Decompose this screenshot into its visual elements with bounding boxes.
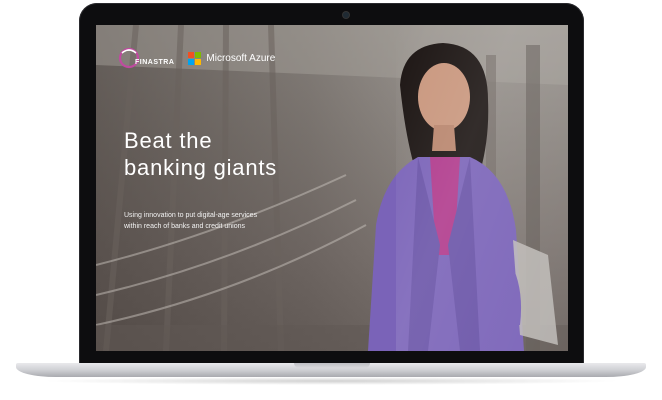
subtitle-line-2: within reach of banks and credit unions xyxy=(124,223,246,230)
hero-slide: FINASTRA Microsoft Azure Beat the bankin… xyxy=(96,25,568,351)
finastra-wordmark: FINASTRA xyxy=(135,58,175,66)
camera-icon xyxy=(343,12,349,18)
laptop-mockup: FINASTRA Microsoft Azure Beat the bankin… xyxy=(0,0,662,400)
microsoft-azure-wordmark: Microsoft Azure xyxy=(206,52,276,64)
subtitle-line-1: Using innovation to put digital-age serv… xyxy=(124,212,258,219)
microsoft-azure-logo: Microsoft Azure xyxy=(188,51,276,65)
microsoft-logo-icon xyxy=(188,51,202,65)
subtitle: Using innovation to put digital-age serv… xyxy=(124,210,334,232)
headline-line-1: Beat the xyxy=(124,128,213,153)
headline: Beat the banking giants xyxy=(124,127,277,181)
screen-glare xyxy=(396,25,568,351)
lid-notch xyxy=(294,363,370,368)
headline-line-2: banking giants xyxy=(124,155,278,180)
brand-logos: FINASTRA Microsoft Azure xyxy=(118,47,275,69)
finastra-logo: FINASTRA xyxy=(118,47,174,69)
laptop-shadow xyxy=(40,377,622,385)
